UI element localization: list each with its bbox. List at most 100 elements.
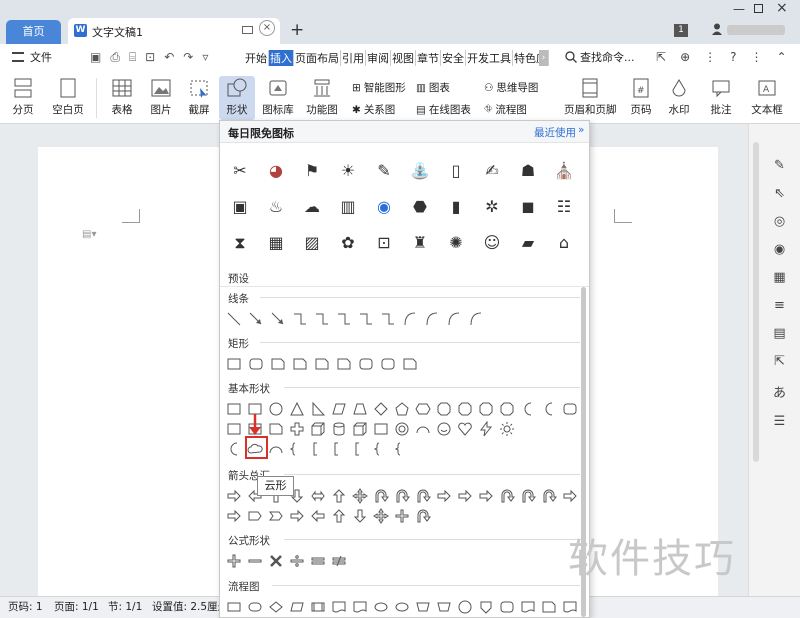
shape-bracket-icon[interactable] — [331, 441, 347, 457]
shape-arrowLR-icon[interactable] — [310, 488, 326, 504]
menu-tab-7[interactable]: 安全 — [441, 50, 466, 66]
shape-arc-icon[interactable] — [268, 441, 284, 457]
shape-rect-icon[interactable] — [226, 421, 242, 437]
cloud-shape-highlight[interactable] — [245, 436, 268, 459]
free-icon-0-7[interactable]: ✍ — [480, 159, 504, 183]
shape-decision-icon[interactable] — [268, 599, 284, 615]
menu-tab-8[interactable]: 开发工具 — [466, 50, 513, 66]
shape-minus-icon[interactable] — [247, 553, 263, 569]
free-icon-0-3[interactable]: ☀ — [336, 159, 360, 183]
status-pages[interactable]: 页面: 1/1 — [54, 597, 99, 617]
shape-brace-icon[interactable] — [289, 441, 305, 457]
layer-icon[interactable]: ◉ — [773, 242, 786, 257]
shape-tri-icon[interactable] — [289, 401, 305, 417]
free-icon-0-5[interactable]: ⛲ — [408, 159, 432, 183]
table-tool-icon[interactable]: ▦ — [773, 270, 786, 285]
textbox-button[interactable]: A 文本框 — [748, 76, 786, 120]
free-icon-1-2[interactable]: ☁ — [300, 195, 324, 219]
shape-para-icon[interactable] — [331, 401, 347, 417]
shape-elbow-icon[interactable] — [380, 311, 396, 327]
tab-home[interactable]: 首页 — [6, 20, 61, 44]
free-icon-0-0[interactable]: ✂ — [228, 159, 252, 183]
shape-uturn-icon[interactable] — [415, 508, 431, 524]
free-icon-0-8[interactable]: ☗ — [516, 159, 540, 183]
redo-icon[interactable]: ↷ — [183, 50, 193, 66]
shape-arc-icon[interactable] — [415, 421, 431, 437]
shape-oct-icon[interactable] — [499, 401, 515, 417]
export-pdf-icon[interactable]: ⎙ — [110, 50, 120, 66]
shape-hex-icon[interactable] — [415, 401, 431, 417]
shape-doc-icon[interactable] — [520, 599, 536, 615]
shape-oval-icon[interactable] — [373, 599, 389, 615]
shape-plus-icon[interactable] — [226, 553, 242, 569]
shape-snip-icon[interactable] — [292, 356, 308, 372]
shape-process-icon[interactable] — [226, 599, 242, 615]
free-icon-2-6[interactable]: ✺ — [444, 231, 468, 255]
shape-uturn-icon[interactable] — [499, 488, 515, 504]
more-dots-icon[interactable]: ⋮ — [751, 50, 763, 64]
shape-arrowR-icon[interactable] — [478, 488, 494, 504]
free-icon-2-4[interactable]: ⊡ — [372, 231, 396, 255]
customize-icon[interactable]: ▿ — [202, 50, 208, 66]
free-icon-0-9[interactable]: ⛪ — [552, 159, 576, 183]
shape-rrect-icon[interactable] — [358, 356, 374, 372]
shape-oct-icon[interactable] — [436, 401, 452, 417]
share-out-icon[interactable]: ⇱ — [773, 354, 786, 369]
screenshot-button[interactable]: 截屏 — [182, 76, 216, 120]
shape-snip-icon[interactable] — [270, 356, 286, 372]
menu-tab-1[interactable]: 插入 — [269, 50, 294, 66]
restore-tab-icon[interactable] — [242, 26, 253, 34]
shape-moon-icon[interactable] — [520, 401, 536, 417]
shape-oct-icon[interactable] — [478, 401, 494, 417]
shape-elbow-icon[interactable] — [336, 311, 352, 327]
tab-document[interactable]: W 文字文稿1 × — [68, 18, 280, 44]
shape-button[interactable]: 形状 — [219, 76, 255, 120]
free-icon-0-6[interactable]: ▯ — [444, 159, 468, 183]
collab-icon[interactable]: ⊕ — [680, 50, 690, 64]
shape-arrowR-icon[interactable] — [226, 488, 242, 504]
shape-pent-icon[interactable] — [394, 401, 410, 417]
minimize-icon[interactable]: — — [733, 2, 745, 16]
shape-arrowD-icon[interactable] — [352, 508, 368, 524]
shape-chevron-icon[interactable] — [268, 508, 284, 524]
flowchart-button[interactable]: ⛗ 流程图 — [484, 102, 527, 117]
shape-arrowL-icon[interactable] — [310, 508, 326, 524]
free-icon-2-8[interactable]: ▰ — [516, 231, 540, 255]
shape-rrect-icon[interactable] — [562, 401, 578, 417]
shape-curve-icon[interactable] — [424, 311, 440, 327]
user-avatar[interactable] — [712, 23, 722, 35]
online-chart-button[interactable]: ▤ 在线图表 — [416, 102, 471, 117]
search-command[interactable]: 查找命令... — [580, 50, 635, 66]
archive-icon[interactable]: ☰ — [773, 414, 786, 429]
free-icon-2-5[interactable]: ♜ — [408, 231, 432, 255]
shape-rect-icon[interactable] — [373, 421, 389, 437]
new-tab-button[interactable]: + — [290, 20, 304, 40]
shape-uturn-icon[interactable] — [541, 488, 557, 504]
status-page-number[interactable]: 页码: 1 — [8, 597, 43, 617]
shape-oct-icon[interactable] — [457, 401, 473, 417]
shape-times-icon[interactable] — [268, 553, 284, 569]
mindmap-button[interactable]: ⚇ 思维导图 — [484, 80, 538, 95]
shape-neq-icon[interactable] — [331, 553, 347, 569]
shape-moon-icon[interactable] — [541, 401, 557, 417]
shape-sun-icon[interactable] — [499, 421, 515, 437]
shape-curve-icon[interactable] — [468, 311, 484, 327]
watermark-button[interactable]: 水印 — [662, 76, 696, 120]
shape-diamond-icon[interactable] — [373, 401, 389, 417]
shape-rrect-icon[interactable] — [380, 356, 396, 372]
window-count-badge[interactable]: 1 — [674, 24, 688, 37]
shape-uturn-icon[interactable] — [520, 488, 536, 504]
shape-bracket-icon[interactable] — [310, 441, 326, 457]
icon-library-button[interactable]: 图标库 — [259, 76, 297, 120]
shape-cube-icon[interactable] — [310, 421, 326, 437]
free-icon-2-9[interactable]: ⌂ — [552, 231, 576, 255]
shape-terminator-icon[interactable] — [247, 599, 263, 615]
shape-arrowR-icon[interactable] — [289, 508, 305, 524]
shape-snip-icon[interactable] — [314, 356, 330, 372]
menu-tab-0[interactable]: 开始 — [244, 50, 269, 66]
shape-curve-icon[interactable] — [402, 311, 418, 327]
page-number-button[interactable]: # 页码 — [624, 76, 658, 120]
shape-trap-icon[interactable] — [352, 401, 368, 417]
status-section[interactable]: 节: 1/1 — [108, 597, 142, 617]
close-tab-icon[interactable]: × — [259, 20, 275, 36]
